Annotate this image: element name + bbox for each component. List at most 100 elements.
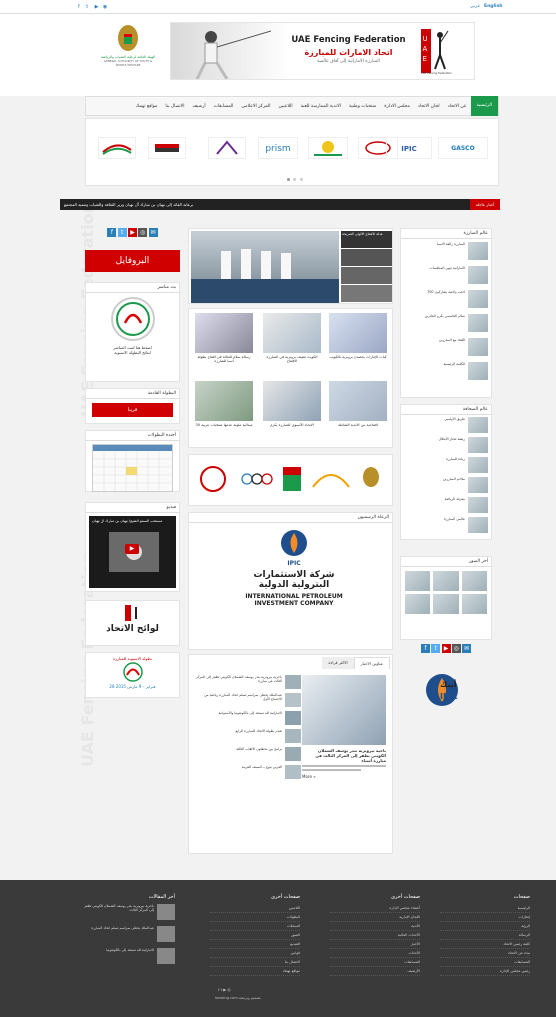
twitter-icon[interactable]: t — [221, 987, 223, 992]
profile-banner[interactable]: البروفايل — [85, 250, 180, 272]
ticker-text[interactable]: برعاية القائد إلى نهيان بن مبارك آل نهيا… — [64, 202, 193, 207]
footer-article[interactable]: الاماراتية لله تستعد إلى بالكونفونيا — [80, 948, 175, 964]
play-icon[interactable]: ▶ — [125, 544, 139, 554]
gallery-photo[interactable] — [461, 571, 487, 591]
footer-link[interactable]: المسابقات — [440, 958, 530, 967]
footer-article[interactable]: باخرية بيرونزية بتدر يوسف الشملان الكويت… — [80, 904, 175, 920]
nav-item-national-teams[interactable]: منتخبات وطنية — [345, 104, 380, 109]
email-icon[interactable]: ✉ — [462, 644, 472, 653]
lang-ar-link[interactable]: عربي — [470, 4, 480, 9]
lang-en-link[interactable]: English — [484, 4, 502, 9]
news-title[interactable]: افتتاحية ببن الاندية الشاملة — [329, 423, 387, 427]
news-thumb[interactable] — [329, 381, 387, 421]
youtube-icon[interactable]: ▶ — [223, 987, 226, 992]
sponsor-logo[interactable] — [98, 137, 136, 159]
sponsor-logo-gasco[interactable]: GASCO — [438, 137, 488, 159]
list-item[interactable]: اللقاء مع المبارزين — [401, 335, 491, 359]
nav-item-archive[interactable]: أرشيف — [188, 104, 209, 109]
gallery-photo[interactable] — [433, 571, 459, 591]
partner-logo-row[interactable] — [191, 457, 391, 505]
featured-title[interactable]: ياخية بيرونزية بتدر يوسف الشملان الكويتي… — [302, 748, 386, 763]
list-item[interactable]: برامج بين يحتفلون الالقاب الثالثة — [195, 747, 301, 761]
nav-item-committees[interactable]: لجان الاتحاد — [414, 104, 444, 109]
carousel-dot[interactable] — [299, 178, 303, 181]
gallery-photo[interactable] — [461, 594, 487, 614]
facebook-icon[interactable]: f — [78, 5, 83, 10]
list-item[interactable]: سلام القاسمي يكرم الفائزين — [401, 311, 491, 335]
list-item[interactable]: 700 لاعب ولاعبة يشاركون — [401, 287, 491, 311]
list-item[interactable]: باخرية بيرونزية بتدر يوسف الشملان الكويت… — [195, 675, 301, 689]
footer-link[interactable]: كلمة رئيس الاتحاد — [440, 940, 530, 949]
footer-link[interactable]: السجلات — [210, 922, 300, 931]
footer-credit[interactable]: loewing.com تصميم وبرمجة — [215, 996, 261, 1000]
list-item[interactable]: عالمي المبارزة — [401, 515, 491, 535]
list-item[interactable]: ملاحم المبارزين — [401, 475, 491, 495]
slider-thumb[interactable] — [341, 249, 392, 266]
twitter-icon[interactable]: t — [86, 5, 91, 10]
asian-champ-logo[interactable] — [110, 297, 155, 341]
twitter-icon[interactable]: t — [117, 228, 127, 237]
gallery-photo[interactable] — [405, 571, 431, 591]
footer-link[interactable]: إنجازات — [440, 913, 530, 922]
nav-item-board[interactable]: مجلس الادارة — [380, 104, 414, 109]
facebook-icon[interactable]: f — [420, 644, 430, 653]
list-item[interactable]: ريشة تختار الأبطال — [401, 435, 491, 455]
news-title[interactable]: الاتحاد الآسيوي للمبارزة يكرم — [263, 423, 321, 427]
calendar-widget[interactable] — [92, 444, 173, 492]
footer-link[interactable]: اللاعبين — [210, 904, 300, 913]
footer-link[interactable]: الأحداث الحالية — [330, 931, 420, 940]
facebook-icon[interactable]: f — [218, 987, 219, 992]
email-icon[interactable]: ✉ — [148, 228, 158, 237]
video-player[interactable]: مستحب السمو الشيخ/ نهيان بن مبارك آل نهي… — [89, 516, 176, 588]
slider-main-image[interactable] — [191, 231, 339, 303]
sponsor-logo-ipic[interactable]: IPIC — [386, 137, 432, 159]
list-item[interactable]: العربي يتوج بـ السيف العربية — [195, 765, 301, 779]
nav-item-media[interactable]: المركز الاعلامي — [237, 104, 274, 109]
news-thumb[interactable] — [263, 313, 321, 353]
nav-item-competitions[interactable]: المسابقات — [210, 104, 238, 109]
featured-image[interactable] — [302, 675, 386, 745]
list-item[interactable]: ريادة المبارزة — [401, 455, 491, 475]
ipic-side-logo[interactable]: أيبك IPIC — [400, 670, 492, 714]
gallery-photo[interactable] — [433, 594, 459, 614]
footer-link[interactable]: الصور — [210, 931, 300, 940]
tab-headlines[interactable]: عناوين الاخبار — [353, 657, 390, 669]
facebook-icon[interactable]: f — [107, 228, 117, 237]
footer-link[interactable]: قوانين — [210, 949, 300, 958]
nav-item-players[interactable]: اللاعبين — [275, 104, 297, 109]
instagram-icon[interactable]: ◎ — [227, 987, 230, 992]
carousel-dot[interactable] — [287, 178, 290, 181]
next-champ-button[interactable]: قريبا — [92, 403, 173, 417]
footer-link[interactable]: نبذة عن الاتحاد — [440, 949, 530, 958]
news-title[interactable]: رسالة سلام للنعالة في افتتاح بطولة آسيا … — [195, 355, 253, 363]
carousel-dot[interactable] — [293, 178, 297, 181]
footer-link[interactable]: الرؤية — [440, 922, 530, 931]
news-thumb[interactable] — [195, 313, 253, 353]
youtube-icon[interactable]: ▶ — [128, 228, 137, 237]
list-item[interactable]: الاماراتية تنهي المنافسات — [401, 263, 491, 287]
footer-link[interactable]: الرسالة — [440, 931, 530, 940]
list-item[interactable]: الاماراتية لله تستعد إلى بالكونفونيا وال… — [195, 711, 301, 725]
footer-link[interactable]: البطولات — [210, 913, 300, 922]
sponsor-logo[interactable] — [148, 137, 186, 159]
news-title[interactable]: كبات الإمارات بحصدن برونزية بالكويت — [329, 355, 387, 359]
instagram-icon[interactable]: ◎ — [138, 228, 148, 237]
sponsor-logo-prism[interactable]: prism — [258, 137, 298, 159]
slider-thumb[interactable]: عدلة الافتتاح الالولى الصريحة — [341, 231, 392, 248]
rss-icon[interactable]: ◉ — [103, 5, 108, 10]
nav-item-links[interactable]: مواقع تهمك — [132, 104, 162, 109]
footer-link[interactable]: الأندية — [330, 922, 420, 931]
youtube-icon[interactable]: ▶ — [441, 644, 451, 653]
list-item[interactable]: المبارزة رائعة الاسيا — [401, 239, 491, 263]
footer-link[interactable]: الاتصال بنا — [210, 958, 300, 967]
twitter-icon[interactable]: t — [431, 644, 441, 653]
slider-thumb[interactable] — [341, 267, 392, 284]
nav-item-home[interactable]: الرئيسية — [470, 96, 498, 116]
tab-most-read[interactable]: الاكثر قراءة — [322, 657, 354, 669]
footer-link[interactable]: أعضاء مجلس الإدارة — [330, 904, 420, 913]
federation-logo[interactable]: U A E UAE Fencing Federation — [421, 29, 471, 77]
nav-item-about[interactable]: عن الاتحاد — [444, 104, 471, 109]
sponsor-logo[interactable] — [208, 137, 246, 159]
footer-article[interactable]: عبدالملك يحظى بمراسم تسلم اتحاد المبارزة — [80, 926, 175, 942]
news-thumb[interactable] — [329, 313, 387, 353]
